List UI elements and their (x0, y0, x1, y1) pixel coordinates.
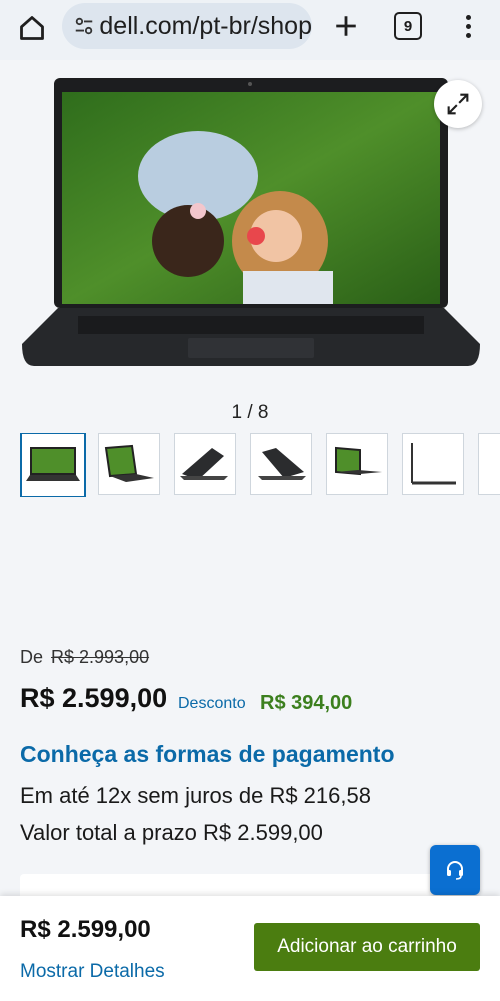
more-vert-icon[interactable] (456, 8, 480, 44)
tabs-icon[interactable]: 9 (394, 12, 422, 40)
thumbnail-3[interactable] (174, 433, 236, 495)
browser-toolbar: dell.com/pt-br/shop 9 (0, 0, 500, 60)
thumbnail-5[interactable] (326, 433, 388, 495)
thumbnail-4[interactable] (250, 433, 312, 495)
home-icon[interactable] (14, 10, 50, 46)
show-details-link[interactable]: Mostrar Detalhes (20, 961, 165, 983)
url-bar[interactable]: dell.com/pt-br/shop (62, 3, 312, 49)
footer-price: R$ 2.599,00 (20, 916, 151, 943)
product-main-image[interactable] (18, 76, 482, 376)
expand-icon[interactable] (434, 80, 482, 128)
thumbnail-7[interactable] (478, 433, 500, 495)
add-to-cart-button[interactable]: Adicionar ao carrinho (254, 923, 480, 971)
site-settings-icon[interactable] (72, 13, 95, 39)
thumbnail-1[interactable] (20, 433, 86, 497)
tab-count: 9 (403, 17, 413, 35)
thumbnail-6[interactable] (402, 433, 464, 495)
installments-text: Em até 12x sem juros de R$ 216,58 (20, 783, 371, 808)
thumbnail-strip (20, 433, 500, 497)
current-price: R$ 2.599,00 (20, 683, 168, 713)
old-price: R$ 2.993,00 (51, 647, 150, 667)
discount-value: R$ 394,00 (260, 692, 353, 714)
headset-icon[interactable] (430, 845, 480, 895)
thumbnail-2[interactable] (98, 433, 160, 495)
discount-label: Desconto (178, 695, 246, 712)
plus-icon[interactable] (328, 8, 364, 44)
gallery-counter: 1 / 8 (231, 402, 269, 423)
url-text: dell.com/pt-br/shop (99, 11, 312, 40)
sticky-cart-bar: R$ 2.599,00 Mostrar Detalhes Adicionar a… (0, 896, 500, 1001)
price-from: De R$ 2.993,00 (20, 647, 149, 668)
payment-options-link[interactable]: Conheça as formas de pagamento (20, 741, 395, 768)
total-term-text: Valor total a prazo R$ 2.599,00 (20, 820, 323, 845)
from-label: De (20, 647, 44, 667)
